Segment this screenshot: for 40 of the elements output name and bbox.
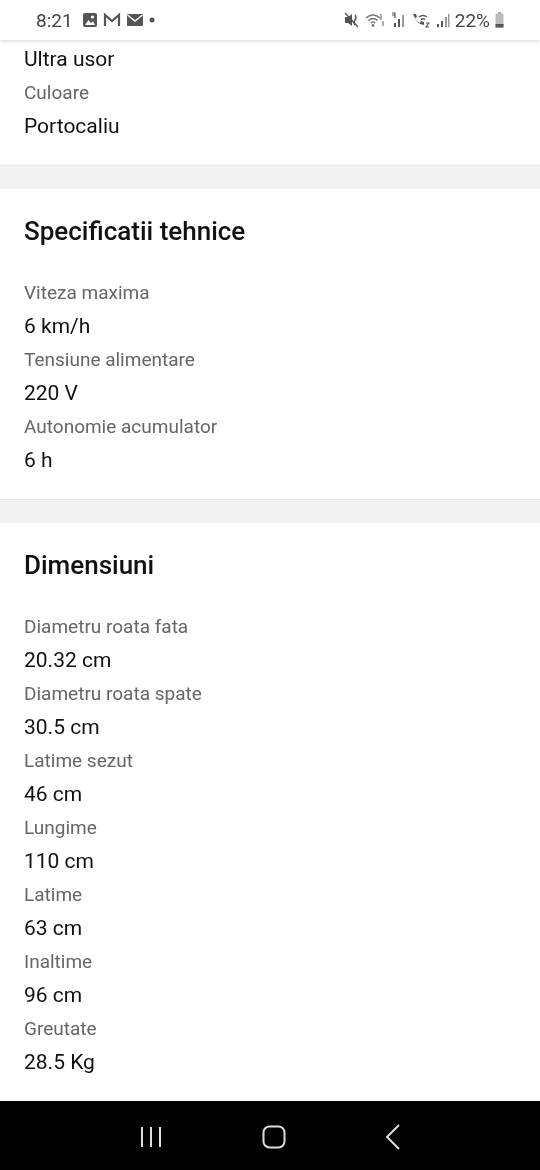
spec-value: 220 V bbox=[24, 380, 79, 407]
spec-value: 30.5 cm bbox=[24, 714, 101, 741]
spec-label: Greutate bbox=[24, 1016, 98, 1042]
spec-label: Culoare bbox=[24, 80, 90, 106]
spec-label: Viteza maxima bbox=[24, 280, 151, 306]
recent-apps-icon[interactable] bbox=[139, 1126, 164, 1148]
spec-value: 63 cm bbox=[24, 915, 84, 942]
image-icon bbox=[81, 12, 98, 28]
section-title: Dimensiuni bbox=[24, 549, 156, 582]
spec-value: 20.32 cm bbox=[24, 647, 113, 674]
battery-icon bbox=[495, 12, 504, 28]
envelope-icon bbox=[125, 13, 144, 27]
dot-icon bbox=[148, 17, 155, 23]
spec-label: Latime bbox=[24, 882, 84, 908]
home-icon[interactable] bbox=[262, 1125, 286, 1149]
spec-label: Latime sezut bbox=[24, 748, 134, 774]
spec-value: Ultra usor bbox=[24, 46, 116, 73]
status-time: 8:21 bbox=[36, 8, 73, 32]
spec-value: Portocaliu bbox=[24, 113, 121, 140]
spec-value: 110 cm bbox=[24, 848, 96, 875]
spec-value: 46 cm bbox=[24, 781, 84, 808]
spec-value: 96 cm bbox=[24, 982, 84, 1009]
section-title: Specificatii tehnice bbox=[24, 215, 247, 248]
spec-value: 6 h bbox=[24, 447, 54, 474]
signal-icon bbox=[435, 12, 450, 28]
spec-label: Autonomie acumulator bbox=[24, 414, 219, 440]
spec-value: 28.5 Kg bbox=[24, 1049, 96, 1076]
wifi-icon bbox=[364, 12, 385, 28]
spec-label: Inaltime bbox=[24, 949, 94, 975]
mail-m-icon bbox=[102, 12, 121, 28]
mute-icon bbox=[343, 12, 360, 28]
spec-label: Lungime bbox=[24, 815, 98, 841]
spec-value: 6 km/h bbox=[24, 313, 92, 340]
spec-label: Tensiune alimentare bbox=[24, 347, 196, 373]
back-icon[interactable] bbox=[384, 1124, 401, 1150]
signal-icon bbox=[389, 12, 406, 28]
spec-label: Diametru roata fata bbox=[24, 614, 190, 640]
wifi-call-icon bbox=[410, 12, 431, 28]
spec-label: Diametru roata spate bbox=[24, 681, 203, 707]
battery-percent: 22% bbox=[454, 8, 490, 32]
